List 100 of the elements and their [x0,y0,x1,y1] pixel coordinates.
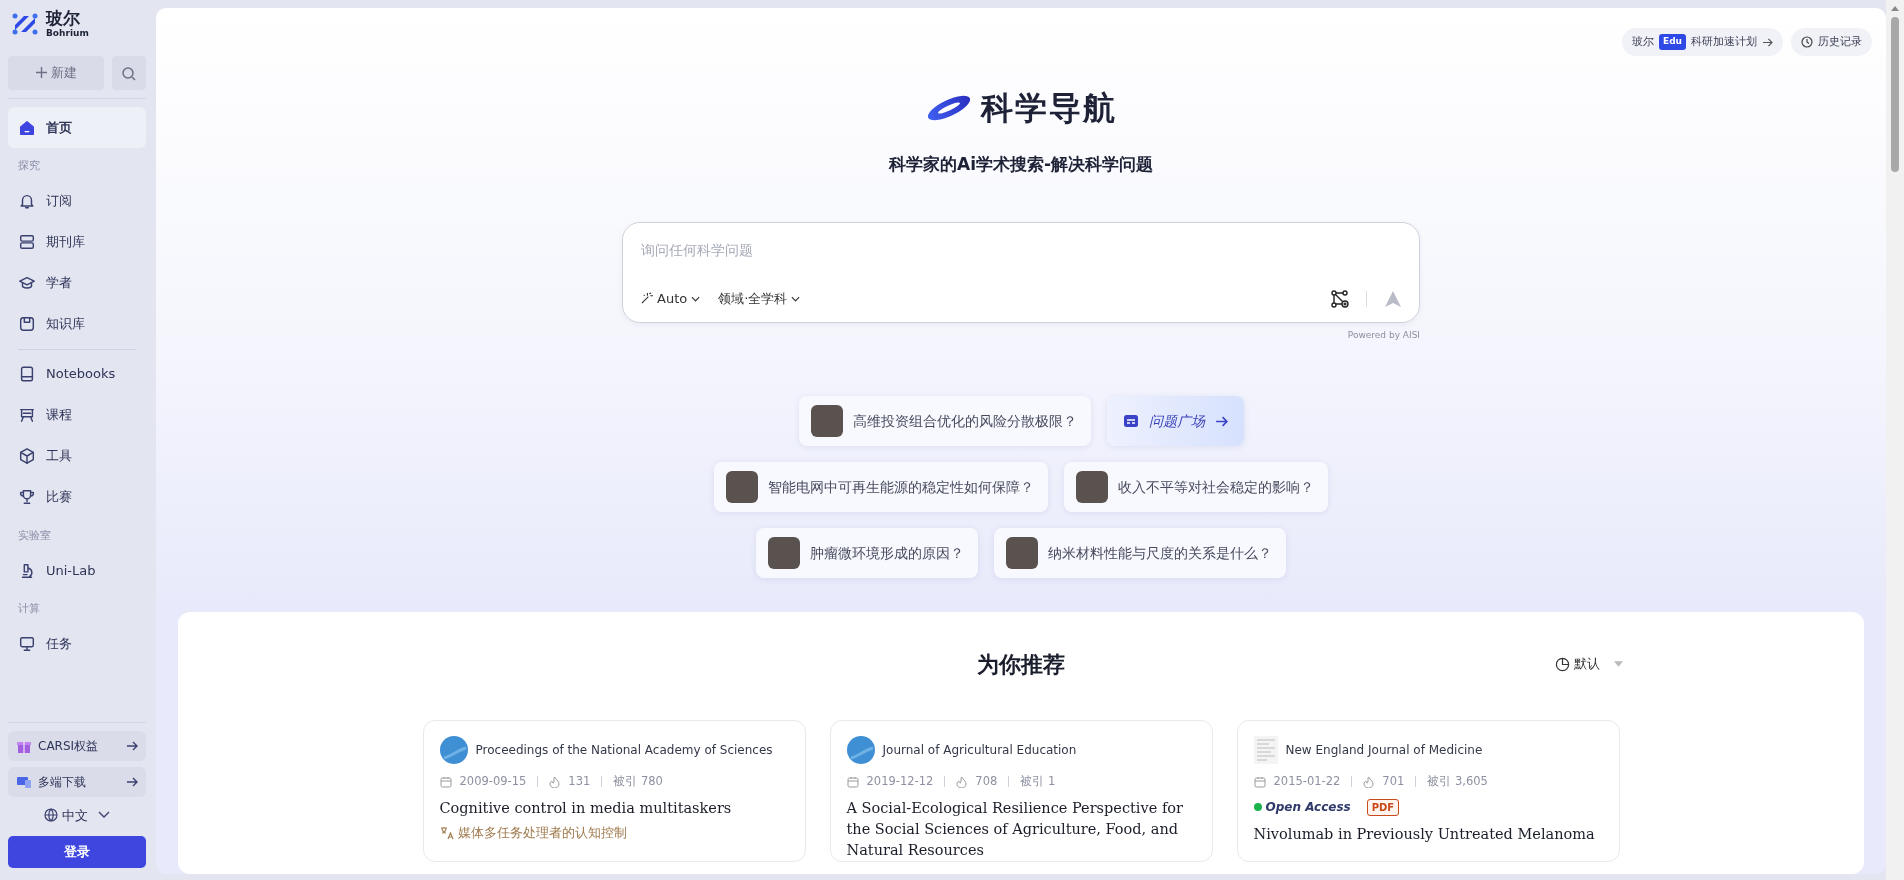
section-title: 为你推荐 [977,650,1065,679]
photo-placeholder [726,471,758,503]
paper-title[interactable]: Nivolumab in Previously Untreated Melanoma [1253,824,1603,846]
edu-plan-link[interactable]: 玻尔 Edu 科研加速计划 [1622,28,1783,56]
arrow-right-icon [126,740,138,751]
translated-title: 媒体多任务处理者的认知控制 [457,824,627,843]
journal-name: Journal of Agricultural Education [882,742,1077,759]
hero-subtitle: 科学家的Ai学术搜索-解决科学问题 [888,153,1153,176]
journal-name: New England Journal of Medicine [1285,742,1483,759]
section-label: 探究 [17,158,41,174]
section-label: 实验室 [17,527,52,544]
paper-card[interactable]: Proceedings of the National Academy of Sciences 2009-09-15 131 被引 780 Cognitive control in media multitaskers 媒体多任务处理者的认知控制 [422,720,806,863]
calendar-icon [846,775,859,788]
globe-icon [44,808,58,823]
view-count: 131 [568,773,591,790]
list-card-icon [1122,413,1139,429]
flame-icon [956,775,968,788]
nav-item[interactable]: 比赛 [8,476,146,518]
question-chip[interactable]: 纳米材料性能与尺度的关系是什么？ [994,528,1286,578]
nav-item[interactable]: 学者 [8,262,146,304]
send-icon [1384,290,1402,308]
easel-icon [18,406,36,424]
chevron-down-icon [98,811,110,820]
scrollbar[interactable] [1886,0,1904,880]
login-button[interactable]: 登录 [8,836,146,868]
cube-icon [18,447,36,465]
journal-logo-icon [439,736,468,764]
language-selector[interactable]: 中文 [43,804,111,826]
domain-dropdown[interactable]: 领域·全学科 [717,287,802,310]
mode-dropdown[interactable]: Auto [639,287,702,310]
nav-item[interactable]: Uni-Lab [8,550,146,591]
question-chip[interactable]: 收入不平等对社会稳定的影响？ [1064,462,1328,512]
search-button[interactable] [112,56,146,90]
publish-date: 2015-01-22 [1273,773,1341,790]
publish-date: 2009-09-15 [459,773,527,790]
open-access-label: Open Access [1265,799,1351,817]
arrow-right-icon [1214,415,1228,427]
photo-placeholder [810,405,843,437]
photo-placeholder [1076,471,1108,503]
square-tab-icon [18,315,36,333]
calendar-icon [439,775,452,788]
bell-icon [18,192,36,210]
view-count: 701 [1382,773,1405,790]
paper-card[interactable]: Journal of Agricultural Education 2019-12-12 708 被引 1 A Social-Ecological Resilience Perspective for the Social Sciences of Agriculture, Food, and Natural Resources [829,720,1213,863]
journal-name: Proceedings of the National Academy of Sciences [475,742,773,759]
scroll-up-icon[interactable] [1891,5,1899,11]
nav-item[interactable]: 任务 [8,623,146,665]
hero-title: 科学导航 [981,88,1117,129]
logo-icon [12,13,38,35]
trophy-icon [18,488,36,506]
search-icon [121,65,137,82]
chevron-down-icon [691,295,701,302]
powered-by-label: Powered by AISI [1347,328,1420,342]
paper-title[interactable]: Cognitive control in media multitaskers [439,798,789,820]
translate-icon [439,826,454,840]
nav-item[interactable]: 知识库 [8,303,146,345]
new-button[interactable]: 新建 [8,56,104,90]
promo-link[interactable]: 多端下载 [8,766,146,797]
nav-item[interactable]: Notebooks [8,353,146,395]
nav-item[interactable]: 课程 [8,394,146,436]
question-chip[interactable]: 智能电网中可再生能源的稳定性如何保障？ [714,462,1048,512]
paper-title[interactable]: A Social-Ecological Resilience Perspective for the Social Sciences of Agriculture, Food, and Natural Resources [846,798,1196,862]
paper-card[interactable]: New England Journal of Medicine 2015-01-22 701 被引 3,605 Open Access PDF Nivolumab in Previously Untreated Melanoma [1236,720,1620,863]
question-chip[interactable]: 肿瘤微环境形成的原因？ [756,528,978,578]
monitor-icon [18,635,36,653]
sparkle-wand-icon [640,292,653,305]
stack-icon [18,233,36,251]
brand-subtitle: Bohrium [46,29,89,38]
citation-count: 被引 1 [1020,773,1056,790]
scrollbar-thumb[interactable] [1891,17,1899,172]
nav-item[interactable]: 订阅 [8,180,146,222]
nav-item[interactable]: 工具 [8,435,146,477]
question-chip[interactable]: 高维投资组合优化的风险分散极限？ [798,396,1091,446]
sort-dropdown[interactable]: 默认 [1554,653,1624,675]
clock-icon [1801,36,1813,48]
search-field[interactable]: 询问任何科学问题 Auto 领域·全学科 [622,221,1420,323]
flame-icon [1363,775,1375,788]
flame-icon [549,775,561,788]
view-count: 708 [975,773,998,790]
journal-cover-icon [1253,736,1278,764]
citation-count: 被引 780 [613,773,663,790]
publish-date: 2019-12-12 [866,773,934,790]
caret-down-icon [1614,661,1623,667]
citation-count: 被引 3,605 [1427,773,1488,790]
nav-item[interactable]: 首页 [8,107,146,148]
photo-placeholder [768,537,800,569]
promo-link[interactable]: CARSI权益 [8,730,146,761]
pdf-tag[interactable]: PDF [1366,798,1400,816]
home-icon [18,118,36,137]
status-dot [1253,803,1262,812]
arrow-right-icon [126,776,138,787]
nav-item[interactable]: 期刊库 [8,221,146,263]
chevron-down-icon [791,295,801,302]
question-plaza-link[interactable]: 问题广场 [1106,396,1244,446]
photo-placeholder [1006,537,1038,569]
notebook-icon [18,365,36,383]
history-link[interactable]: 历史记录 [1791,28,1872,56]
pie-chart-icon [1555,656,1570,672]
graph-node-icon[interactable] [1330,288,1350,309]
journal-logo-icon [846,736,875,764]
